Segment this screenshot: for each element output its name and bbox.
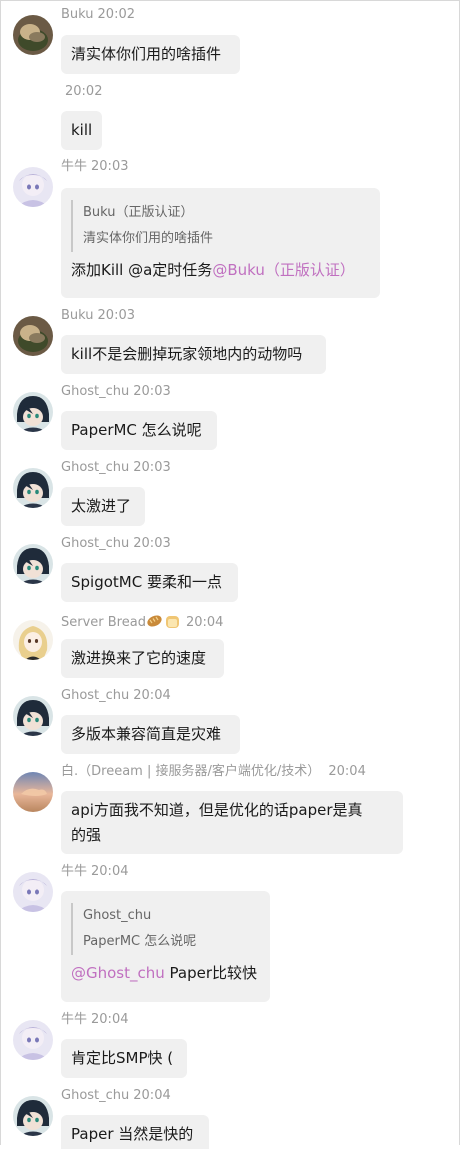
message-meta: Buku 20:03	[61, 308, 135, 324]
avatar-server-bread[interactable]	[13, 620, 53, 660]
message-meta: Ghost_chu 20:03	[61, 536, 171, 552]
message-meta: Ghost_chu 20:04	[61, 688, 171, 704]
bread-loaf-emoji	[165, 616, 179, 628]
message-meta: Ghost_chu 20:03	[61, 460, 171, 476]
message-bubble[interactable]: Paper 当然是快的	[61, 1115, 209, 1149]
message-text: PaperMC 怎么说呢	[71, 421, 202, 439]
sender-name: Ghost_chu	[61, 688, 130, 703]
bread-emoji	[147, 615, 162, 627]
message-text: 太激进了	[71, 497, 132, 515]
message-time: 20:04	[91, 1012, 129, 1027]
message-meta: 牛牛 20:03	[61, 159, 128, 175]
message-bubble[interactable]: kill	[61, 111, 102, 150]
message-time: 20:04	[185, 615, 224, 630]
message-time: 20:02	[97, 7, 135, 22]
message-text: 清实体你们用的啥插件	[71, 45, 222, 63]
message-text: 添加Kill @a定时任务	[71, 261, 213, 279]
avatar-ghost-chu[interactable]	[13, 468, 53, 508]
avatar-niuniu[interactable]	[13, 167, 53, 207]
sender-name: 白.（Dreeam | 接服务器/客户端优化/技术）	[61, 764, 321, 779]
avatar-niuniu[interactable]	[13, 872, 53, 912]
message-bubble[interactable]: 太激进了	[61, 487, 145, 526]
message-text: 激进换来了它的速度	[71, 649, 207, 667]
quote-sender: Ghost_chu	[83, 908, 152, 923]
message-bubble[interactable]: Ghost_chu PaperMC 怎么说呢 @Ghost_chu Paper比…	[61, 891, 270, 1002]
quote-text: 清实体你们用的啥插件	[83, 231, 214, 246]
avatar-ghost-chu[interactable]	[13, 544, 53, 584]
mention[interactable]: @Ghost_chu	[71, 964, 165, 982]
quoted-message[interactable]: Buku（正版认证） 清实体你们用的啥插件	[71, 200, 370, 252]
message-time: 20:04	[91, 864, 129, 879]
avatar-buku[interactable]	[13, 316, 53, 356]
sender-name: 牛牛	[61, 159, 88, 174]
avatar-buku[interactable]	[13, 15, 53, 55]
message-text: Paper比较快	[164, 964, 258, 982]
message-text: kill	[71, 121, 93, 139]
message-time: 20:03	[91, 159, 129, 174]
message-time: 20:04	[133, 1088, 171, 1103]
sender-name: Buku	[61, 7, 94, 22]
message-meta: 牛牛 20:04	[61, 1012, 128, 1028]
sender-name: Ghost_chu	[61, 1088, 130, 1103]
message-text: 肯定比SMP快 (	[71, 1049, 174, 1067]
message-text: 多版本兼容简直是灾难	[71, 725, 222, 743]
message-meta: Ghost_chu 20:04	[61, 1088, 171, 1104]
avatar-ghost-chu[interactable]	[13, 392, 53, 432]
message-time: 20:03	[133, 384, 171, 399]
message-text-line: api方面我不知道，但是优化的话paper是真	[71, 801, 363, 819]
sender-name: Ghost_chu	[61, 536, 130, 551]
message-text: kill不是会删掉玩家领地内的动物吗	[71, 345, 303, 363]
message-text: Paper 当然是快的	[71, 1125, 194, 1143]
message-meta: Buku 20:02	[61, 7, 135, 23]
quoted-message[interactable]: Ghost_chu PaperMC 怎么说呢	[71, 903, 260, 955]
quote-text: PaperMC 怎么说呢	[83, 934, 197, 949]
message-bubble[interactable]: kill不是会删掉玩家领地内的动物吗	[61, 335, 326, 374]
avatar-dreeam[interactable]	[13, 772, 53, 812]
avatar-niuniu[interactable]	[13, 1020, 53, 1060]
message-time: 20:04	[328, 764, 366, 779]
message-meta: 20:02	[65, 84, 102, 100]
message-time: 20:03	[97, 308, 135, 323]
message-bubble[interactable]: PaperMC 怎么说呢	[61, 411, 217, 450]
message-text-line: 的强	[71, 826, 102, 844]
message-bubble[interactable]: 激进换来了它的速度	[61, 639, 224, 678]
sender-name: 牛牛	[61, 864, 88, 879]
message-meta: 白.（Dreeam | 接服务器/客户端优化/技术） 20:04	[61, 764, 366, 780]
message-text: SpigotMC 要柔和一点	[71, 573, 222, 591]
message-meta: Ghost_chu 20:03	[61, 384, 171, 400]
message-time: 20:02	[65, 84, 103, 99]
message-meta: 牛牛 20:04	[61, 864, 128, 880]
sender-name: Buku	[61, 308, 94, 323]
sender-name: Server Bread	[61, 615, 146, 630]
avatar-ghost-chu[interactable]	[13, 1096, 53, 1136]
message-bubble[interactable]: 清实体你们用的啥插件	[61, 35, 240, 74]
sender-name: Ghost_chu	[61, 384, 130, 399]
message-bubble[interactable]: Buku（正版认证） 清实体你们用的啥插件 添加Kill @a定时任务@Buku…	[61, 188, 380, 298]
message-bubble[interactable]: api方面我不知道，但是优化的话paper是真 的强	[61, 791, 403, 854]
message-bubble[interactable]: 多版本兼容简直是灾难	[61, 715, 240, 754]
avatar-ghost-chu[interactable]	[13, 696, 53, 736]
message-time: 20:03	[133, 460, 171, 475]
message-bubble[interactable]: SpigotMC 要柔和一点	[61, 563, 238, 602]
message-time: 20:03	[133, 536, 171, 551]
quote-sender: Buku（正版认证）	[83, 205, 194, 220]
message-bubble[interactable]: 肯定比SMP快 (	[61, 1039, 187, 1078]
sender-name: Ghost_chu	[61, 460, 130, 475]
message-meta: Server Bread 20:04	[61, 612, 223, 631]
sender-name: 牛牛	[61, 1012, 88, 1027]
mention[interactable]: @Buku（正版认证）	[212, 261, 355, 279]
message-time: 20:04	[133, 688, 171, 703]
